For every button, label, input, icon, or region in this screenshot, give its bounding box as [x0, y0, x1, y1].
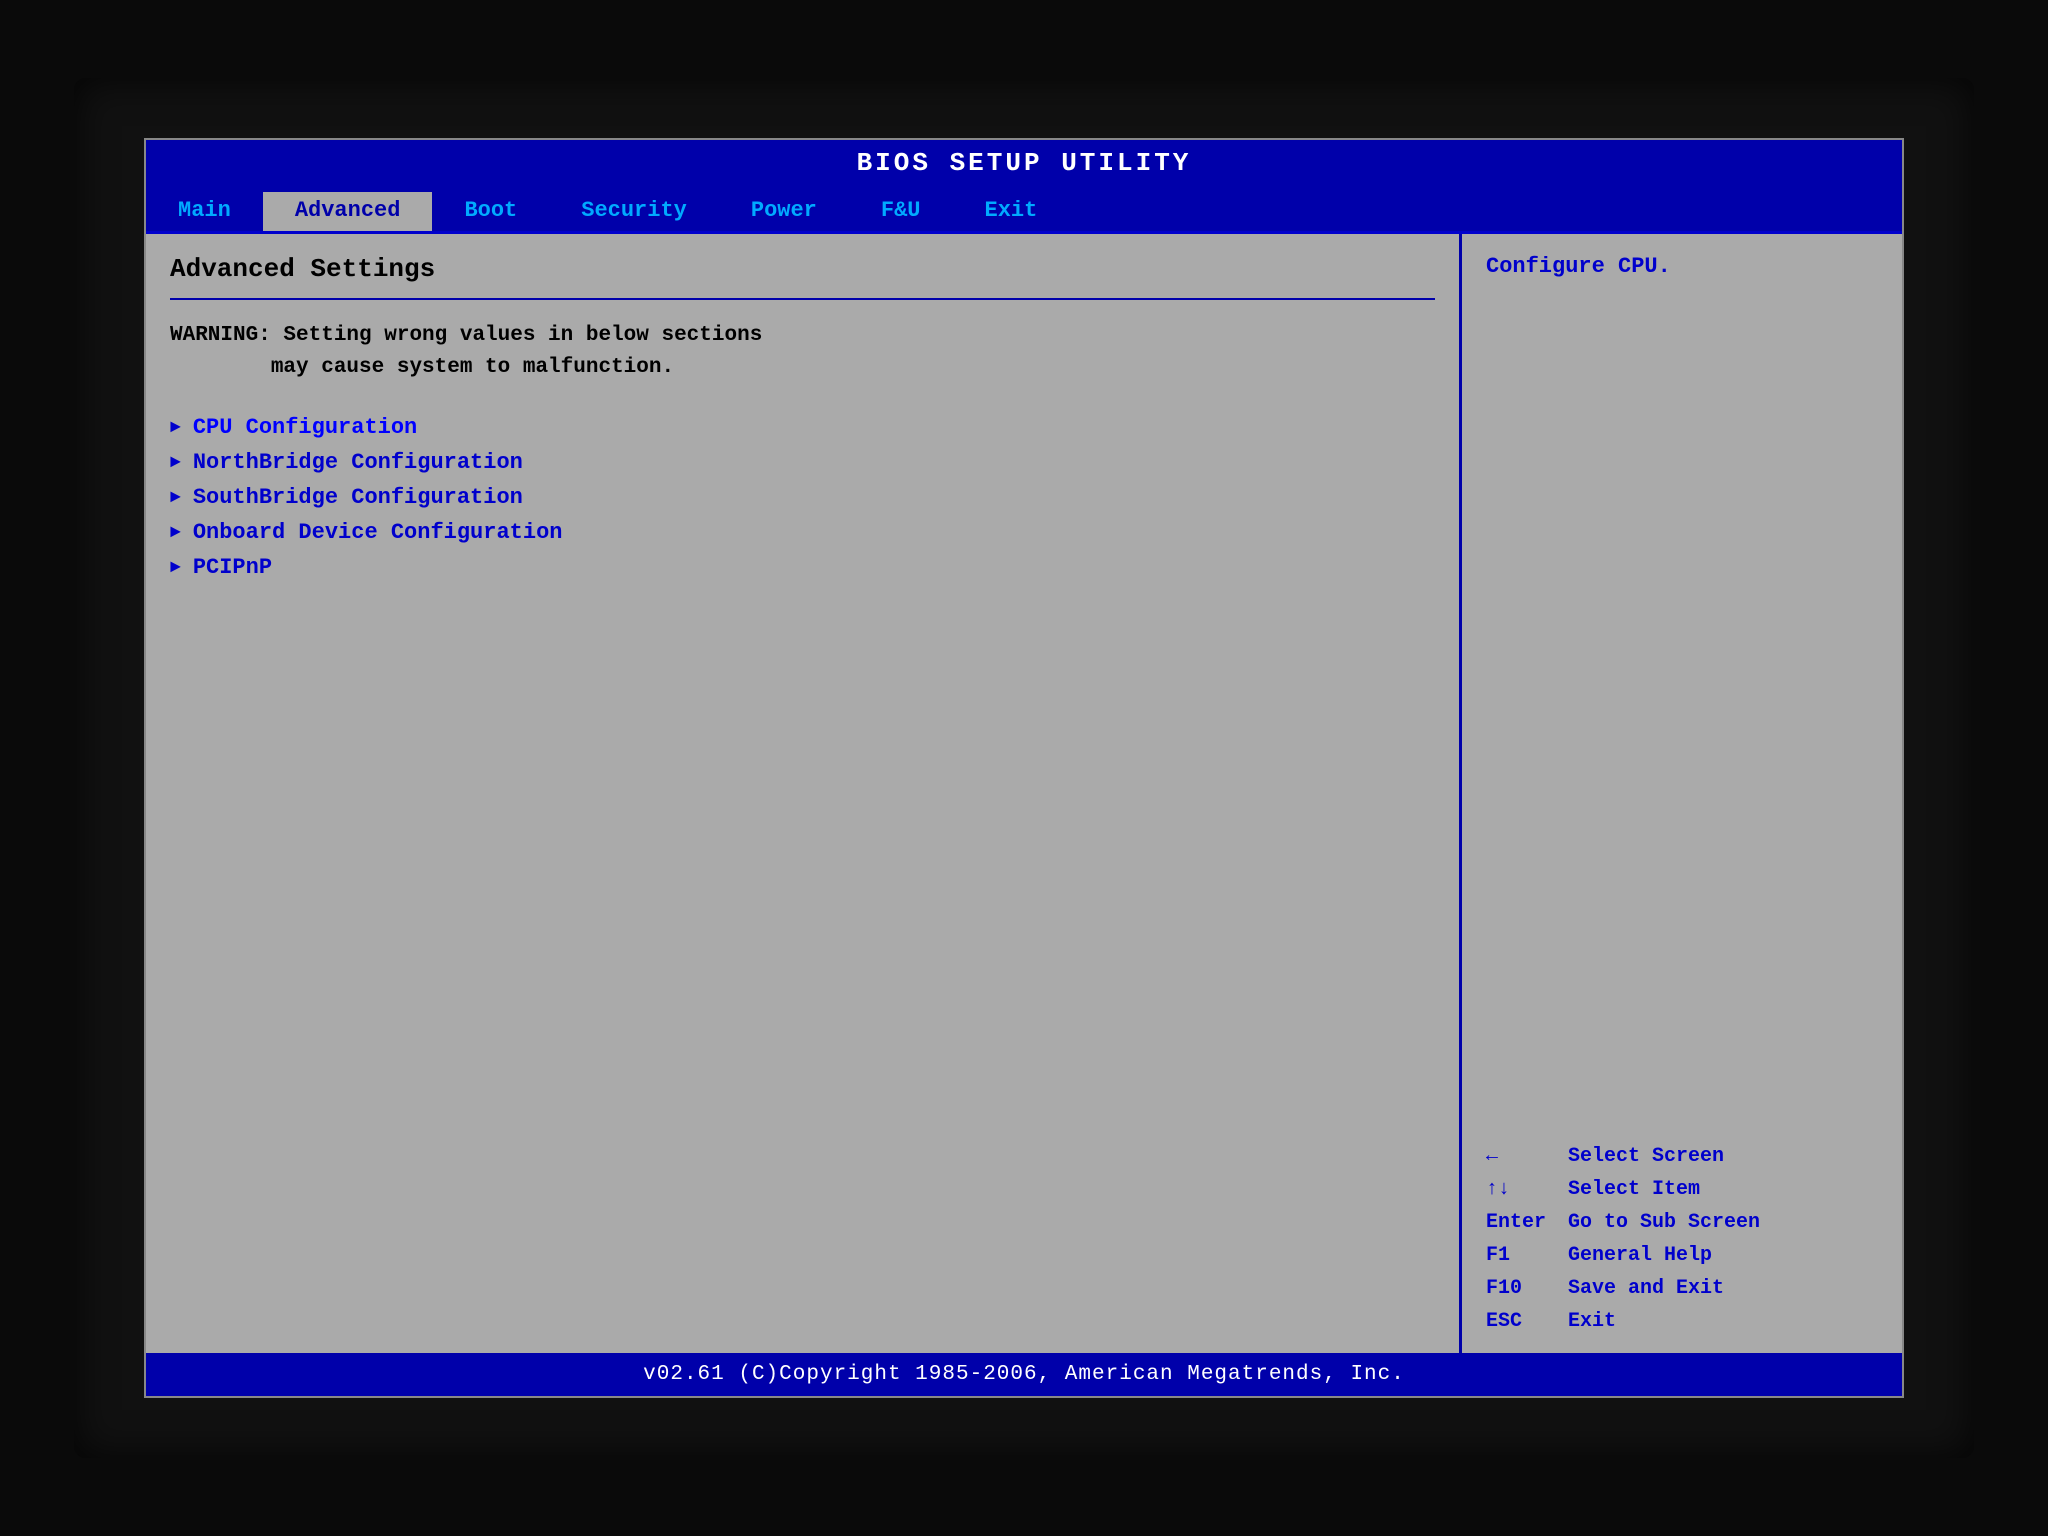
menu-item-onboard[interactable]: ► Onboard Device Configuration — [170, 520, 1435, 545]
nav-security[interactable]: Security — [549, 192, 719, 231]
menu-item-pcipnp[interactable]: ► PCIPnP — [170, 555, 1435, 580]
menu-item-northbridge-label: NorthBridge Configuration — [193, 450, 523, 475]
nav-advanced[interactable]: Advanced — [263, 192, 433, 231]
key-row-enter: Enter Go to Sub Screen — [1486, 1211, 1878, 1234]
panel-divider — [170, 298, 1435, 300]
main-content: Advanced Settings WARNING: Setting wrong… — [146, 234, 1902, 1353]
footer-text: v02.61 (C)Copyright 1985-2006, American … — [643, 1363, 1405, 1386]
key-esc: ESC — [1486, 1310, 1556, 1333]
bios-container: BIOS SETUP UTILITY Main Advanced Boot Se… — [144, 138, 1904, 1398]
nav-main[interactable]: Main — [146, 192, 263, 231]
menu-item-northbridge[interactable]: ► NorthBridge Configuration — [170, 450, 1435, 475]
bios-title: BIOS SETUP UTILITY — [857, 148, 1192, 178]
nav-boot[interactable]: Boot — [432, 192, 549, 231]
nav-bar: Main Advanced Boot Security Power F&U Ex… — [146, 186, 1902, 234]
menu-item-southbridge-label: SouthBridge Configuration — [193, 485, 523, 510]
key-desc-enter: Go to Sub Screen — [1568, 1211, 1760, 1234]
help-text: Configure CPU. — [1486, 254, 1878, 279]
menu-item-southbridge[interactable]: ► SouthBridge Configuration — [170, 485, 1435, 510]
arrow-icon-onboard: ► — [170, 523, 181, 543]
key-desc-select-screen: Select Screen — [1568, 1145, 1724, 1168]
key-row-select-item: ↑↓ Select Item — [1486, 1178, 1878, 1201]
menu-item-pcipnp-label: PCIPnP — [193, 555, 272, 580]
nav-exit[interactable]: Exit — [953, 192, 1070, 231]
key-desc-f10: Save and Exit — [1568, 1277, 1724, 1300]
key-guide: ← Select Screen ↑↓ Select Item Enter Go … — [1486, 1145, 1878, 1333]
key-f1: F1 — [1486, 1244, 1556, 1267]
key-updown: ↑↓ — [1486, 1178, 1556, 1201]
key-desc-f1: General Help — [1568, 1244, 1712, 1267]
key-f10: F10 — [1486, 1277, 1556, 1300]
nav-fnu[interactable]: F&U — [849, 192, 953, 231]
menu-items: ► CPU Configuration ► NorthBridge Config… — [170, 415, 1435, 580]
key-row-select-screen: ← Select Screen — [1486, 1145, 1878, 1168]
nav-power[interactable]: Power — [719, 192, 849, 231]
menu-item-cpu-label: CPU Configuration — [193, 415, 417, 440]
key-row-f10: F10 Save and Exit — [1486, 1277, 1878, 1300]
warning-text: WARNING: Setting wrong values in below s… — [170, 320, 1435, 383]
arrow-icon-northbridge: ► — [170, 453, 181, 473]
menu-item-onboard-label: Onboard Device Configuration — [193, 520, 563, 545]
key-enter: Enter — [1486, 1211, 1556, 1234]
key-row-esc: ESC Exit — [1486, 1310, 1878, 1333]
key-desc-esc: Exit — [1568, 1310, 1616, 1333]
footer-bar: v02.61 (C)Copyright 1985-2006, American … — [146, 1353, 1902, 1396]
arrow-icon-cpu: ► — [170, 418, 181, 438]
key-arrow: ← — [1486, 1145, 1556, 1168]
right-panel: Configure CPU. ← Select Screen ↑↓ Select… — [1462, 234, 1902, 1353]
key-desc-select-item: Select Item — [1568, 1178, 1700, 1201]
menu-item-cpu[interactable]: ► CPU Configuration — [170, 415, 1435, 440]
screen-bezel: BIOS SETUP UTILITY Main Advanced Boot Se… — [74, 78, 1974, 1458]
arrow-icon-southbridge: ► — [170, 488, 181, 508]
key-row-f1: F1 General Help — [1486, 1244, 1878, 1267]
panel-title: Advanced Settings — [170, 254, 1435, 284]
title-bar: BIOS SETUP UTILITY — [146, 140, 1902, 186]
left-panel: Advanced Settings WARNING: Setting wrong… — [146, 234, 1462, 1353]
arrow-icon-pcipnp: ► — [170, 558, 181, 578]
